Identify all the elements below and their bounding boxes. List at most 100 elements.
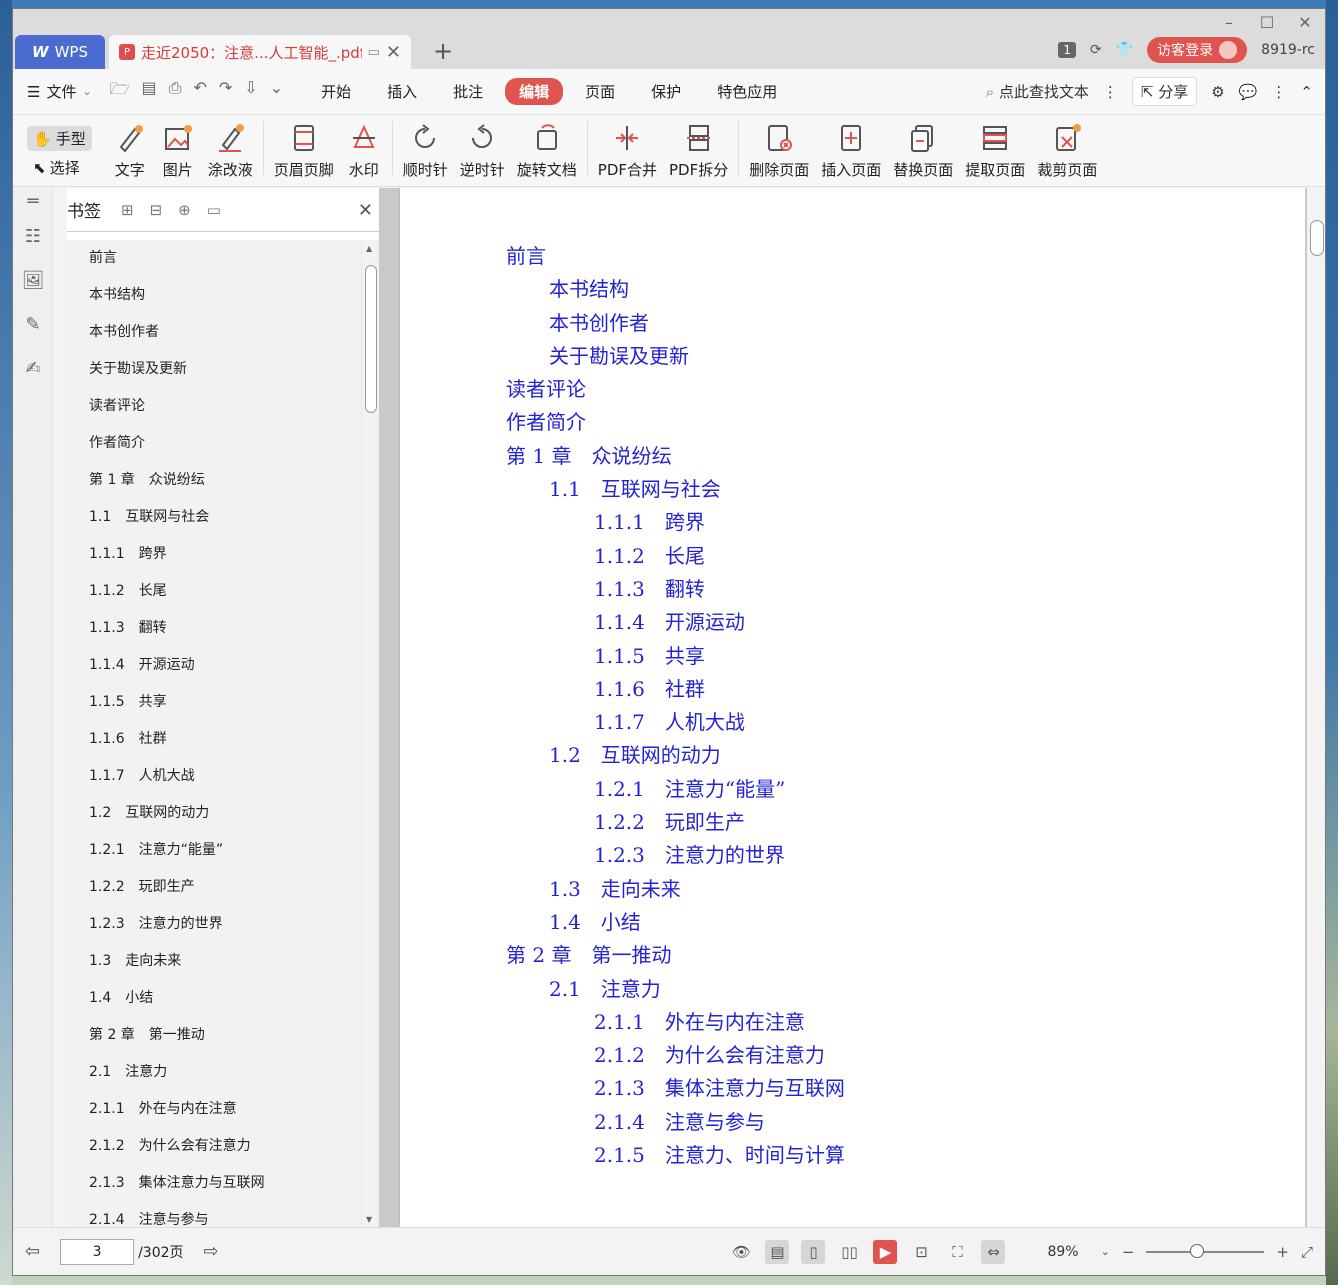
toc-link[interactable]: 2.1.4 注意与参与 [506, 1106, 845, 1139]
watermark-button[interactable]: 水印 [340, 121, 388, 180]
bookmark-item[interactable]: 1.2.3 注意力的世界 [67, 906, 361, 943]
hand-mode-button[interactable]: ✋ 手型 [27, 126, 92, 151]
toc-link[interactable]: 本书创作者 [506, 307, 845, 340]
scroll-down-icon[interactable]: ▼ [366, 1215, 372, 1224]
share-button[interactable]: ⇱ 分享 [1131, 77, 1198, 106]
next-page-icon[interactable]: ⇨ [204, 1241, 219, 1262]
toc-link[interactable]: 1.4 小结 [506, 906, 845, 939]
maximize-icon[interactable]: ☐ [1257, 13, 1277, 32]
extract-page-button[interactable]: 提取页面 [959, 121, 1031, 180]
prev-page-icon[interactable]: ⇦ [25, 1241, 40, 1262]
print-icon[interactable]: ⎙ [169, 78, 182, 105]
pdf-merge-button[interactable]: PDF合并 [592, 121, 663, 180]
bookmark-list-icon[interactable]: ☷ [13, 214, 53, 258]
toc-link[interactable]: 1.1.7 人机大战 [506, 706, 845, 739]
close-tab-icon[interactable]: ✕ [386, 42, 401, 63]
fullscreen-icon[interactable]: ⤢ [1301, 1243, 1313, 1261]
zoom-out-icon[interactable]: − [1122, 1243, 1135, 1261]
zoom-in-icon[interactable]: + [1276, 1243, 1289, 1261]
toc-link[interactable]: 2.1.1 外在与内在注意 [506, 1006, 845, 1039]
tab-special[interactable]: 特色应用 [703, 78, 791, 105]
bookmark-item[interactable]: 2.1.1 外在与内在注意 [67, 1091, 361, 1128]
bookmark-item[interactable]: 2.1.4 注意与参与 [67, 1202, 361, 1228]
tab-insert[interactable]: 插入 [373, 78, 431, 105]
search-box[interactable]: ⌕ 点此查找文本 [986, 81, 1089, 102]
tab-edit[interactable]: 编辑 [505, 78, 564, 105]
bookmark-scrollbar[interactable]: ▲ ▼ [361, 240, 379, 1228]
bookmark-item[interactable]: 1.1.7 人机大战 [67, 758, 361, 795]
play-icon[interactable]: ▶ [873, 1239, 898, 1264]
new-tab-button[interactable]: + [433, 37, 453, 65]
bookmark-item[interactable]: 1.1 互联网与社会 [67, 499, 361, 536]
bookmark-item[interactable]: 1.2.2 玩即生产 [67, 869, 361, 906]
bookmark-item[interactable]: 2.1.2 为什么会有注意力 [67, 1128, 361, 1165]
bookmark-item[interactable]: 1.1.6 社群 [67, 721, 361, 758]
toc-link[interactable]: 前言 [506, 240, 845, 273]
wps-home-tab[interactable]: W WPS [15, 35, 105, 69]
collapse-ribbon-icon[interactable]: ⌃ [1300, 83, 1313, 101]
save-icon[interactable]: ▤ [142, 78, 157, 105]
bookmark-item[interactable]: 1.3 走向未来 [67, 943, 361, 980]
correction-fluid-button[interactable]: 涂改液 [202, 121, 259, 180]
sync-icon[interactable]: ⟳ [1090, 42, 1102, 58]
replace-page-button[interactable]: 替换页面 [887, 121, 959, 180]
toc-link[interactable]: 1.3 走向未来 [506, 873, 845, 906]
open-icon[interactable]: 🗁 [110, 78, 130, 105]
bookmark-item[interactable]: 本书创作者 [67, 314, 361, 351]
gear-icon[interactable]: ⚙ [1211, 83, 1224, 101]
rotate-clockwise-button[interactable]: 顺时针 [397, 121, 454, 180]
two-page-icon[interactable]: ▯▯ [837, 1240, 861, 1264]
toc-link[interactable]: 第 2 章 第一推动 [506, 939, 845, 972]
export-icon[interactable]: ⇩ [244, 78, 257, 105]
toc-link[interactable]: 2.1.5 注意力、时间与计算 [506, 1139, 845, 1172]
zoom-slider[interactable] [1146, 1243, 1265, 1258]
select-mode-button[interactable]: ⬉ 选择 [27, 155, 92, 180]
undo-icon[interactable]: ↶ [193, 78, 206, 105]
bookmark-item[interactable]: 1.2.1 注意力“能量” [67, 832, 361, 869]
signature-icon[interactable]: ✍ [13, 346, 53, 390]
toc-link[interactable]: 读者评论 [506, 373, 845, 406]
bookmark-item[interactable]: 作者简介 [67, 425, 361, 462]
document-scroll-thumb[interactable] [1310, 220, 1324, 256]
toc-link[interactable]: 1.2.2 玩即生产 [506, 806, 845, 839]
insert-page-button[interactable]: 插入页面 [815, 121, 887, 180]
comment-icon[interactable]: 💬 [1239, 83, 1258, 101]
bookmark-item[interactable]: 1.1.3 翻转 [67, 610, 361, 647]
page-number-input[interactable]: 3 [60, 1238, 135, 1265]
more-vertical-icon[interactable]: ⋮ [1103, 83, 1118, 101]
toc-link[interactable]: 1.2 互联网的动力 [506, 739, 845, 772]
bookmark-item[interactable]: 1.2 互联网的动力 [67, 795, 361, 832]
toc-link[interactable]: 本书结构 [506, 273, 845, 306]
drag-handle-icon[interactable]: ═ [13, 188, 53, 214]
continuous-view-icon[interactable]: ▤ [765, 1239, 790, 1264]
crop-page-button[interactable]: 裁剪页面 [1031, 121, 1103, 180]
tab-protect[interactable]: 保护 [637, 78, 695, 105]
collapse-all-icon[interactable]: ⊟ [150, 201, 163, 219]
scroll-up-icon[interactable]: ▲ [366, 244, 372, 253]
bookmark-item[interactable]: 第 2 章 第一推动 [67, 1017, 361, 1054]
zoom-level[interactable]: 89% [1047, 1244, 1078, 1260]
bookmark-item[interactable]: 第 1 章 众说纷纭 [67, 462, 361, 499]
tab-page[interactable]: 页面 [571, 78, 629, 105]
bookmark-item[interactable]: 1.1.4 开源运动 [67, 647, 361, 684]
toc-link[interactable]: 1.2.1 注意力“能量” [506, 773, 845, 806]
actual-size-icon[interactable]: ⊡ [909, 1240, 933, 1264]
bookmark-scroll-thumb[interactable] [365, 265, 377, 413]
bookmark-item[interactable]: 1.1.2 长尾 [67, 573, 361, 610]
thumbnail-icon[interactable]: 🖼 [13, 258, 53, 302]
expand-all-icon[interactable]: ⊞ [121, 201, 134, 219]
delete-page-button[interactable]: 删除页面 [743, 121, 815, 180]
rotate-counterclockwise-button[interactable]: 逆时针 [454, 121, 511, 180]
toc-link[interactable]: 2.1.2 为什么会有注意力 [506, 1039, 845, 1072]
rotate-document-button[interactable]: 旋转文档 [511, 121, 583, 180]
bookmark-item[interactable]: 1.1.1 跨界 [67, 536, 361, 573]
add-bookmark-icon[interactable]: ⊕ [178, 201, 191, 219]
edit-text-button[interactable]: 文字 [106, 121, 154, 180]
bookmark-item[interactable]: 1.4 小结 [67, 980, 361, 1017]
bookmark-item[interactable]: 2.1 注意力 [67, 1054, 361, 1091]
toc-link[interactable]: 1.1.2 长尾 [506, 540, 845, 573]
toc-link[interactable]: 1.2.3 注意力的世界 [506, 839, 845, 872]
bookmark-item[interactable]: 前言 [67, 240, 361, 277]
eye-protection-icon[interactable]: 👁 [729, 1240, 753, 1264]
close-window-icon[interactable]: ✕ [1295, 13, 1315, 32]
